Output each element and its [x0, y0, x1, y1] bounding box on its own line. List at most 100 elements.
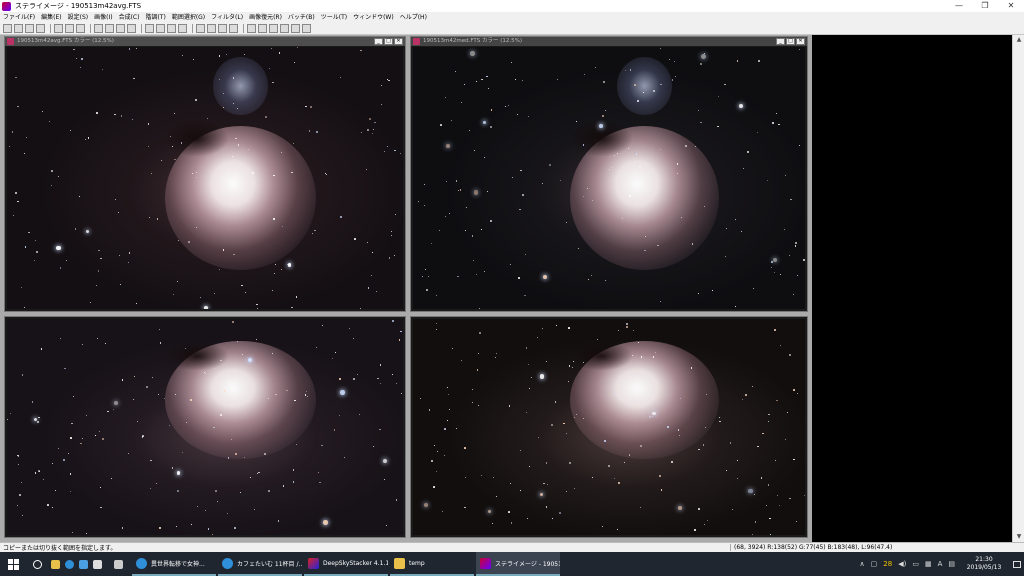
menu-image[interactable]: 画像(I): [94, 12, 112, 23]
star-point: [151, 376, 154, 379]
star-point: [481, 228, 482, 230]
text-icon[interactable]: [105, 24, 114, 33]
tray-app-icon[interactable]: ▢: [871, 560, 878, 568]
image-window-avg[interactable]: 190513m42avg.FTS カラー (12.5%) _ □ ✕: [4, 36, 406, 312]
menu-help[interactable]: ヘルプ(H): [400, 12, 427, 23]
print-icon[interactable]: [36, 24, 45, 33]
title-bar[interactable]: ステライメージ - 190513m42avg.FTS — ❐ ✕: [0, 0, 1024, 12]
image-window-med[interactable]: 190513m42med.FTS カラー (12.5%) _ □ ✕: [410, 36, 808, 312]
star-point: [509, 263, 512, 266]
child-minimize-button[interactable]: _: [776, 38, 785, 45]
edge-pin[interactable]: [62, 552, 76, 576]
image-window-titlebar[interactable]: 190513m42med.FTS カラー (12.5%) _ □ ✕: [411, 37, 807, 46]
star-point: [272, 81, 274, 84]
color-icon[interactable]: [167, 24, 176, 33]
child-maximize-button[interactable]: □: [786, 38, 795, 45]
menu-composite[interactable]: 合成(C): [119, 12, 140, 23]
taskbar-task-deepskystacker[interactable]: DeepSkyStacker 4.1.1: [304, 552, 388, 576]
star-point: [767, 421, 769, 423]
open-icon[interactable]: [14, 24, 23, 33]
image-window-4[interactable]: [410, 316, 808, 538]
star-point: [12, 214, 14, 216]
nebula-running-man: [616, 57, 672, 116]
star-point: [445, 181, 447, 183]
histogram-icon[interactable]: [145, 24, 154, 33]
taskbar-task-browser-2[interactable]: カフェたいむ 11杯目 /...: [218, 552, 302, 576]
taskbar-task-stellaimage[interactable]: ステライメージ - 19051...: [476, 552, 560, 576]
copy-icon[interactable]: [54, 24, 63, 33]
image-window-icon: [413, 38, 420, 45]
file-explorer-pin[interactable]: [48, 552, 62, 576]
close-button[interactable]: ✕: [998, 0, 1024, 12]
info-icon[interactable]: [258, 24, 267, 33]
store-pin[interactable]: [90, 552, 104, 576]
menu-restoration[interactable]: 画像復元(R): [249, 12, 282, 23]
paste-icon[interactable]: [65, 24, 74, 33]
star-icon[interactable]: [229, 24, 238, 33]
crop-icon[interactable]: [269, 24, 278, 33]
action-center-button[interactable]: [1010, 552, 1024, 576]
star-point: [565, 432, 567, 434]
tray-badge-count[interactable]: 28: [883, 560, 892, 568]
image-canvas[interactable]: [7, 319, 403, 535]
star-point: [748, 488, 754, 494]
save-icon[interactable]: [25, 24, 34, 33]
menu-file[interactable]: ファイル(F): [3, 12, 35, 23]
star-point: [272, 353, 274, 354]
menu-window[interactable]: ウィンドウ(W): [353, 12, 394, 23]
new-icon[interactable]: [3, 24, 12, 33]
stretch-icon[interactable]: [116, 24, 125, 33]
rotate-icon[interactable]: [280, 24, 289, 33]
scroll-down-icon[interactable]: ▼: [1015, 533, 1023, 541]
taskbar-task-temp-folder[interactable]: temp: [390, 552, 474, 576]
child-close-button[interactable]: ✕: [394, 38, 403, 45]
child-close-button[interactable]: ✕: [796, 38, 805, 45]
mail-pin[interactable]: [104, 552, 132, 576]
menu-edit[interactable]: 編集(E): [41, 12, 61, 23]
network-tray-icon[interactable]: ▭: [912, 560, 919, 568]
menu-filter[interactable]: フィルタ(L): [211, 12, 243, 23]
keyboard-icon[interactable]: ▦: [925, 560, 932, 568]
star-point: [455, 427, 457, 429]
levels-icon[interactable]: [127, 24, 136, 33]
child-minimize-button[interactable]: _: [374, 38, 383, 45]
ime-pad-icon[interactable]: ▤: [948, 560, 955, 568]
stellaimage-app-icon[interactable]: [2, 1, 11, 11]
menu-selection[interactable]: 範囲選択(G): [172, 12, 205, 23]
image-window-3[interactable]: [4, 316, 406, 538]
volume-icon[interactable]: ◀): [898, 560, 906, 568]
star-point: [789, 354, 791, 356]
grid-icon[interactable]: [247, 24, 256, 33]
star-point: [401, 392, 403, 394]
show-hidden-icons-icon[interactable]: ∧: [860, 560, 865, 568]
scroll-up-icon[interactable]: ▲: [1015, 36, 1023, 44]
restore-button[interactable]: ❐: [972, 0, 998, 12]
filter-icon[interactable]: [178, 24, 187, 33]
image-window-titlebar[interactable]: 190513m42avg.FTS カラー (12.5%) _ □ ✕: [5, 37, 405, 46]
zoom-out-icon[interactable]: [207, 24, 216, 33]
image-canvas[interactable]: [7, 47, 403, 309]
menu-tools[interactable]: ツール(T): [321, 12, 347, 23]
mdi-vertical-scrollbar[interactable]: ▲ ▼: [1012, 35, 1024, 542]
image-canvas[interactable]: [413, 319, 805, 535]
undo-icon[interactable]: [76, 24, 85, 33]
curve-icon[interactable]: [156, 24, 165, 33]
star-point: [680, 217, 682, 218]
menu-batch[interactable]: バッチ(B): [288, 12, 315, 23]
minimize-button[interactable]: —: [946, 0, 972, 12]
menu-tone[interactable]: 階調(T): [145, 12, 165, 23]
search-button[interactable]: [26, 552, 48, 576]
menu-settings[interactable]: 設定(S): [68, 12, 89, 23]
taskbar-clock[interactable]: 21:30 2019/05/13: [958, 556, 1010, 572]
taskbar-task-browser-1[interactable]: 異世界転移で女神...: [132, 552, 216, 576]
start-button[interactable]: [0, 552, 26, 576]
image-canvas[interactable]: [413, 47, 805, 309]
flip-icon[interactable]: [291, 24, 300, 33]
zoom-in-icon[interactable]: [196, 24, 205, 33]
fit-icon[interactable]: [218, 24, 227, 33]
child-maximize-button[interactable]: □: [384, 38, 393, 45]
network-pin[interactable]: [76, 552, 90, 576]
pointer-icon[interactable]: [302, 24, 311, 33]
ime-indicator[interactable]: A: [938, 560, 943, 568]
select-icon[interactable]: [94, 24, 103, 33]
